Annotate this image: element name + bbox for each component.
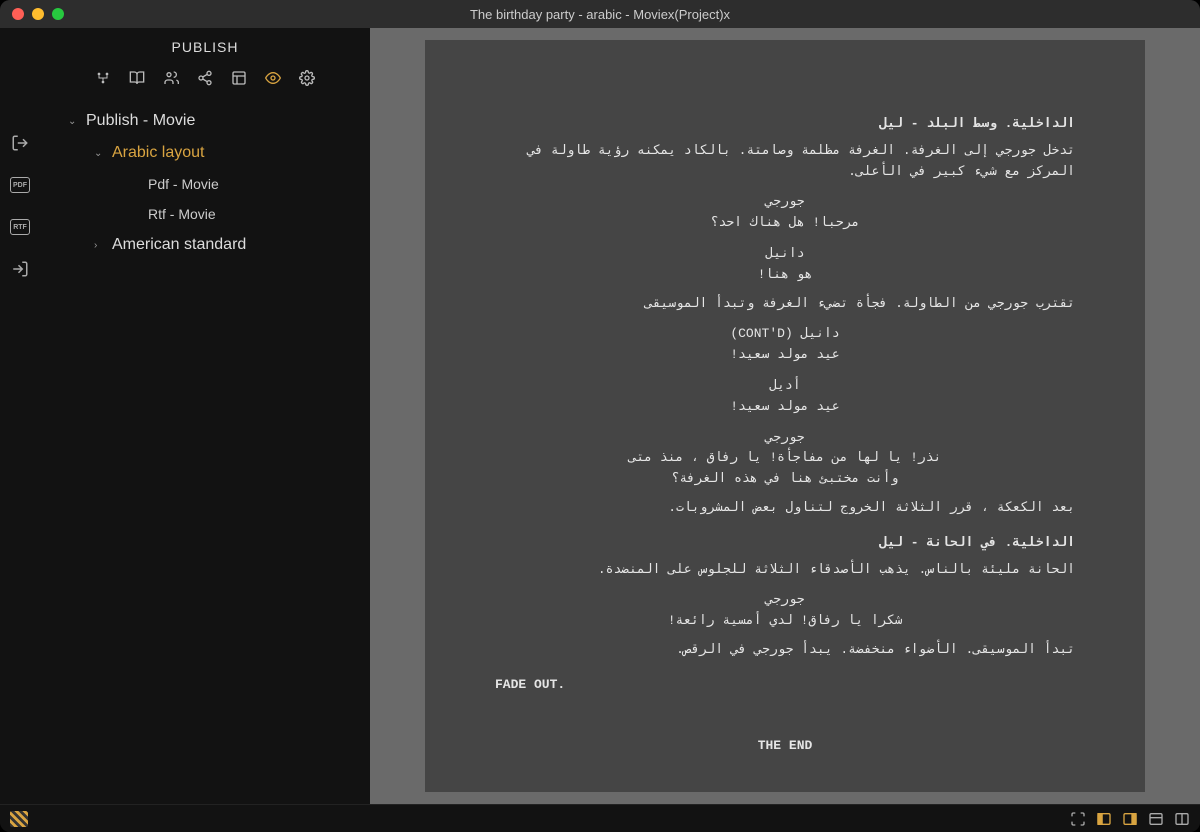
import-icon[interactable] xyxy=(10,259,30,279)
tree-publish-movie[interactable]: ⌄ Publish - Movie xyxy=(40,105,370,137)
dialogue-text: هو هنا! xyxy=(611,265,959,286)
fullscreen-icon[interactable] xyxy=(1070,812,1086,826)
maximize-button[interactable] xyxy=(52,8,64,20)
chevron-down-icon: ⌄ xyxy=(94,148,108,159)
rtf-icon[interactable]: RTF xyxy=(10,217,30,237)
minimize-button[interactable] xyxy=(32,8,44,20)
the-end: THE END xyxy=(495,736,1075,757)
action-text: تقترب جورجي من الطاولة. فجأة تضيء الغرفة… xyxy=(495,294,1075,315)
action-text: بعد الكعكة ، قرر الثلاثة الخروج لتناول ب… xyxy=(495,498,1075,519)
dialogue-text: عيد مولد سعيد! xyxy=(611,397,959,418)
dialogue-text: شكرا يا رفاق! لدي أمسية رائعة! xyxy=(611,611,959,632)
dialogue-text: نذر! يا لها من مفاجأة! يا رفاق ، منذ متى… xyxy=(611,448,959,490)
page-background: الداخلية. وسط البلد - ليل تدخل جورجي إلى… xyxy=(370,28,1200,804)
dialogue-text: مرحبا! هل هناك احد؟ xyxy=(611,213,959,234)
dialogue-text: عيد مولد سعيد! xyxy=(611,345,959,366)
tree-arabic-layout[interactable]: ⌄ Arabic layout xyxy=(40,137,370,169)
sidebar: PUBLISH xyxy=(40,28,370,804)
tree-label: Pdf - Movie xyxy=(148,176,219,192)
action-text: الحانة مليئة بالناس. يذهب الأصدقاء الثلا… xyxy=(495,560,1075,581)
character-name: جورجي xyxy=(495,192,1075,213)
transition-text: FADE OUT. xyxy=(495,675,1075,696)
share-icon[interactable] xyxy=(196,69,214,87)
panel-layout-icon[interactable] xyxy=(1148,812,1164,826)
book-icon[interactable] xyxy=(128,69,146,87)
sidebar-header: PUBLISH xyxy=(40,28,370,63)
users-icon[interactable] xyxy=(162,69,180,87)
tree-label: Rtf - Movie xyxy=(148,206,216,222)
layout-icon[interactable] xyxy=(230,69,248,87)
publish-tree: ⌄ Publish - Movie ⌄ Arabic layout Pdf - … xyxy=(40,101,370,265)
action-text: تدخل جورجي إلى الغرفة. الغرفة مظلمة وصام… xyxy=(495,141,1075,183)
scene-heading: الداخلية. وسط البلد - ليل xyxy=(495,114,1075,135)
icon-rail: PDF RTF xyxy=(0,28,40,804)
character-name: جورجي xyxy=(495,428,1075,449)
close-button[interactable] xyxy=(12,8,24,20)
titlebar: The birthday party - arabic - Moviex(Pro… xyxy=(0,0,1200,28)
eye-icon[interactable] xyxy=(264,69,282,87)
scene-heading: الداخلية. في الحانة - ليل xyxy=(495,533,1075,554)
window-title: The birthday party - arabic - Moviex(Pro… xyxy=(470,7,730,22)
pdf-icon[interactable]: PDF xyxy=(10,175,30,195)
tree-rtf-movie[interactable]: Rtf - Movie xyxy=(40,199,370,229)
hierarchy-icon[interactable] xyxy=(94,69,112,87)
clapper-icon[interactable] xyxy=(10,811,28,827)
export-icon[interactable] xyxy=(10,133,30,153)
action-text: تبدأ الموسيقى. الأضواء منخفضة. يبدأ جورج… xyxy=(495,640,1075,661)
character-name: جورجي xyxy=(495,590,1075,611)
panel-right-icon[interactable] xyxy=(1122,812,1138,826)
character-name: أديل xyxy=(495,376,1075,397)
panel-split-icon[interactable] xyxy=(1174,812,1190,826)
tree-pdf-movie[interactable]: Pdf - Movie xyxy=(40,169,370,199)
sidebar-toolbar xyxy=(40,63,370,101)
character-name: دانيل (CONT'D) xyxy=(495,324,1075,345)
chevron-down-icon: ⌄ xyxy=(68,116,82,127)
script-page[interactable]: الداخلية. وسط البلد - ليل تدخل جورجي إلى… xyxy=(425,40,1145,792)
tree-american-standard[interactable]: › American standard xyxy=(40,229,370,261)
tree-label: American standard xyxy=(112,236,246,254)
chevron-right-icon: › xyxy=(94,240,108,251)
bottom-bar xyxy=(0,804,1200,832)
tree-label: Publish - Movie xyxy=(86,112,195,130)
panel-left-icon[interactable] xyxy=(1096,812,1112,826)
gear-icon[interactable] xyxy=(298,69,316,87)
content-area: الداخلية. وسط البلد - ليل تدخل جورجي إلى… xyxy=(370,28,1200,804)
character-name: دانيل xyxy=(495,244,1075,265)
tree-label: Arabic layout xyxy=(112,144,205,162)
